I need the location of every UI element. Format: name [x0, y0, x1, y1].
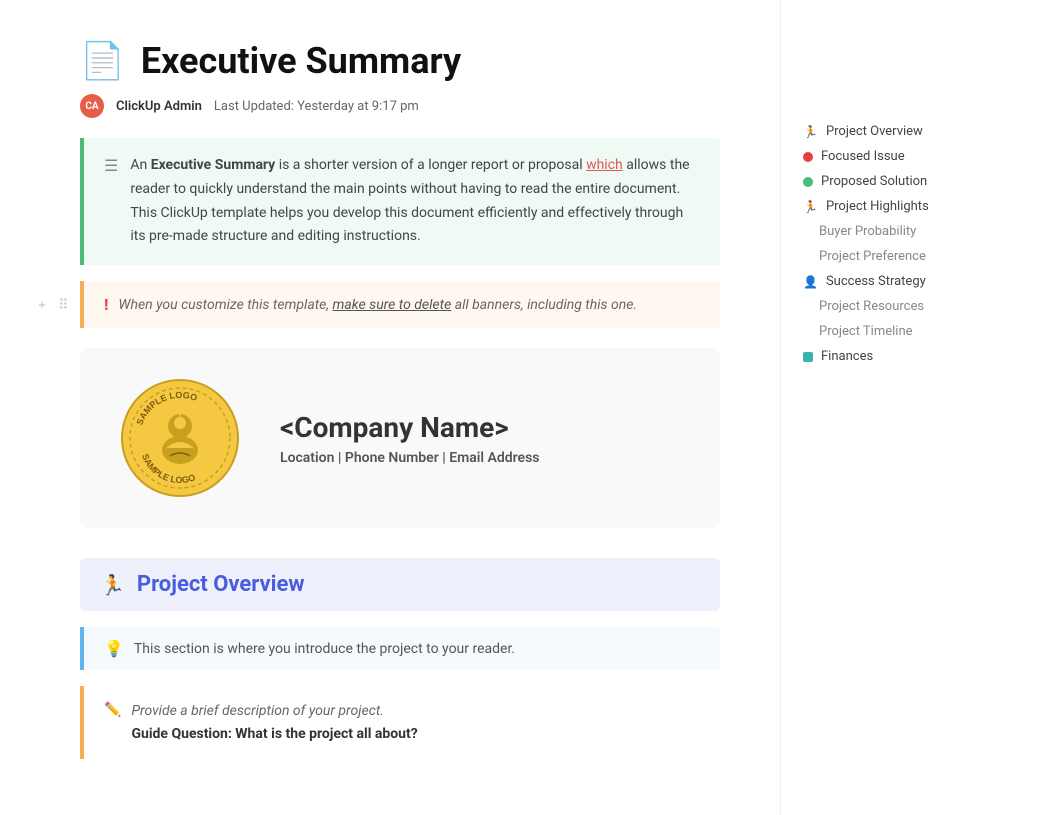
- page-title: Executive Summary: [141, 40, 461, 82]
- guide-question: Guide Question: What is the project all …: [131, 726, 417, 742]
- section-intro: 💡 This section is where you introduce th…: [80, 627, 720, 670]
- square-icon: [803, 352, 813, 362]
- sidebar-item-proposed-solution[interactable]: Proposed Solution: [797, 170, 984, 193]
- section-icon: 🏃: [100, 573, 125, 597]
- warning-row: + ⠿ ! When you customize this template, …: [80, 281, 720, 328]
- warning-text-before: When you customize this template,: [118, 297, 332, 313]
- dot-icon: [803, 177, 813, 187]
- company-info: <Company Name> Location | Phone Number |…: [280, 411, 539, 466]
- section-title: Project Overview: [137, 572, 305, 597]
- sidebar-item-project-highlights[interactable]: 🏃 Project Highlights: [797, 195, 984, 218]
- sidebar-emoji-icon: 🏃: [803, 200, 818, 214]
- guide-block-text: Provide a brief description of your proj…: [131, 700, 417, 745]
- company-logo: SAMPLE LOGO SAMPLE LOGO: [120, 378, 240, 498]
- sidebar-label: Project Highlights: [826, 199, 929, 214]
- sidebar-label: Proposed Solution: [821, 174, 927, 189]
- sidebar-item-project-preference[interactable]: Project Preference: [797, 245, 984, 268]
- info-block-icon: ☰: [104, 156, 118, 175]
- dot-icon: [803, 152, 813, 162]
- row-actions: + ⠿: [34, 294, 72, 315]
- warning-text-after: all banners, including this one.: [451, 297, 637, 313]
- warning-block-text: When you customize this template, make s…: [118, 297, 637, 313]
- guide-italic: Provide a brief description of your proj…: [131, 703, 383, 719]
- sidebar-item-project-timeline[interactable]: Project Timeline: [797, 320, 984, 343]
- bold-term: Executive Summary: [151, 157, 276, 173]
- company-details: Location | Phone Number | Email Address: [280, 450, 539, 466]
- sidebar-label: Project Resources: [819, 299, 924, 314]
- info-block: ☰ An Executive Summary is a shorter vers…: [80, 138, 720, 265]
- sidebar-label: Project Overview: [826, 124, 923, 139]
- warning-block: ! When you customize this template, make…: [80, 281, 720, 328]
- company-name: <Company Name>: [280, 411, 539, 444]
- sidebar-label: Project Timeline: [819, 324, 913, 339]
- main-content: 📄 Executive Summary CA ClickUp Admin Las…: [0, 0, 780, 815]
- last-updated: Last Updated: Yesterday at 9:17 pm: [214, 99, 419, 114]
- sidebar-item-success-strategy[interactable]: 👤 Success Strategy: [797, 270, 984, 293]
- company-card: SAMPLE LOGO SAMPLE LOGO <Company Name> L…: [80, 348, 720, 528]
- sidebar-item-finances[interactable]: Finances: [797, 345, 984, 368]
- info-block-text: An Executive Summary is a shorter versio…: [130, 154, 700, 249]
- warning-icon: !: [104, 295, 108, 314]
- document-icon: 📄: [80, 40, 125, 82]
- delete-link[interactable]: make sure to delete: [333, 297, 452, 313]
- sidebar-emoji-icon: 🏃: [803, 125, 818, 139]
- sidebar: 🏃 Project Overview Focused Issue Proposed S…: [780, 0, 1000, 815]
- bulb-icon: 💡: [104, 639, 124, 658]
- logo-svg: SAMPLE LOGO SAMPLE LOGO: [120, 378, 240, 498]
- sidebar-item-project-overview[interactable]: 🏃 Project Overview: [797, 120, 984, 143]
- sidebar-item-buyer-probability[interactable]: Buyer Probability: [797, 220, 984, 243]
- sidebar-emoji-icon: 👤: [803, 275, 818, 289]
- author-name: ClickUp Admin: [116, 99, 202, 114]
- drag-handle[interactable]: ⠿: [54, 294, 72, 315]
- guide-block: ✏️ Provide a brief description of your p…: [80, 686, 720, 759]
- sidebar-label: Finances: [821, 349, 873, 364]
- page-header: 📄 Executive Summary: [80, 40, 720, 82]
- which-link[interactable]: which: [586, 157, 623, 173]
- sidebar-label: Project Preference: [819, 249, 926, 264]
- sidebar-item-project-resources[interactable]: Project Resources: [797, 295, 984, 318]
- sidebar-label: Focused Issue: [821, 149, 905, 164]
- meta-row: CA ClickUp Admin Last Updated: Yesterday…: [80, 94, 720, 118]
- avatar: CA: [80, 94, 104, 118]
- sidebar-label: Buyer Probability: [819, 224, 916, 239]
- section-intro-text: This section is where you introduce the …: [134, 641, 515, 657]
- sidebar-label: Success Strategy: [826, 274, 926, 289]
- section-header-project-overview: 🏃 Project Overview: [80, 558, 720, 611]
- sidebar-item-focused-issue[interactable]: Focused Issue: [797, 145, 984, 168]
- pencil-icon: ✏️: [104, 702, 121, 718]
- add-row-button[interactable]: +: [34, 294, 50, 315]
